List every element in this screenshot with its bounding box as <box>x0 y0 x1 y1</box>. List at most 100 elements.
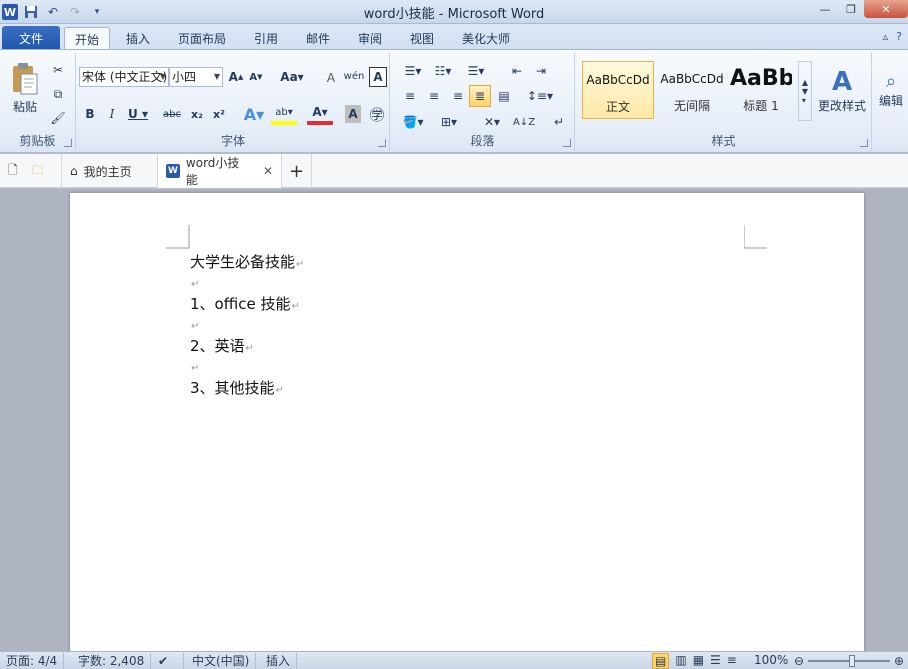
copy-icon[interactable]: ⧉ <box>48 85 68 103</box>
word-doc-icon: W <box>166 164 180 178</box>
bold-icon[interactable]: B <box>81 103 99 125</box>
status-insert-mode[interactable]: 插入 <box>260 653 298 669</box>
text-effects-icon[interactable]: A▾ <box>241 103 267 125</box>
font-name-select[interactable]: 宋体 (中文正文) ▼ <box>79 67 169 87</box>
outline-icon[interactable]: ☰ <box>710 653 721 669</box>
status-word-count[interactable]: 字数: 2,408 <box>72 653 152 669</box>
grow-font-icon[interactable]: A ▲ <box>227 67 245 87</box>
enclose-character-icon[interactable]: ㊫ <box>367 103 387 125</box>
increase-indent-icon[interactable]: ⇥ <box>531 61 551 81</box>
doc-paragraph: ↵ <box>191 321 200 332</box>
styles-launcher-icon[interactable] <box>860 139 868 147</box>
clipboard-launcher-icon[interactable] <box>64 139 72 147</box>
shading-icon[interactable]: 🪣▾ <box>399 111 427 133</box>
margin-corner-top-right <box>744 225 767 249</box>
subscript-icon[interactable]: x₂ <box>187 103 207 125</box>
cut-icon[interactable]: ✂ <box>48 61 68 79</box>
superscript-icon[interactable]: x² <box>209 103 229 125</box>
tab-insert[interactable]: 插入 <box>116 27 160 50</box>
editing-button[interactable]: ⌕ 编辑 <box>875 59 907 121</box>
change-styles-button[interactable]: A 更改样式 <box>814 59 870 121</box>
font-size-select[interactable]: 小四 ▼ <box>169 67 223 87</box>
font-launcher-icon[interactable] <box>378 139 386 147</box>
document-page[interactable]: 大学生必备技能↵ ↵ 1、office 技能↵ ↵ 2、英语↵ ↵ 3、其他技能… <box>70 193 864 663</box>
paragraph-launcher-icon[interactable] <box>563 139 571 147</box>
tab-mailings[interactable]: 邮件 <box>296 27 340 50</box>
zoom-in-icon[interactable]: ⊕ <box>894 654 904 668</box>
maximize-icon[interactable]: ❐ <box>838 0 864 18</box>
status-bar: 页面: 4/4 字数: 2,408 ✔ 中文(中国) 插入 ▤ ▥ ▦ ☰ ≡ … <box>0 651 908 669</box>
style-name: 正文 <box>605 100 630 114</box>
status-language[interactable]: 中文(中国) <box>186 653 257 669</box>
align-center-icon[interactable]: ≡ <box>423 85 445 107</box>
justify-icon[interactable]: ≣ <box>469 85 491 107</box>
borders-icon[interactable]: ⊞▾ <box>435 111 463 133</box>
status-page[interactable]: 页面: 4/4 <box>0 653 65 669</box>
sort-icon[interactable]: A↓Z <box>513 111 535 133</box>
full-screen-reading-icon[interactable]: ▥ <box>675 653 686 669</box>
paste-icon <box>13 62 38 94</box>
draft-icon[interactable]: ≡ <box>727 653 737 669</box>
character-shading-icon[interactable]: A <box>345 105 361 123</box>
close-tab-icon[interactable]: ✕ <box>263 164 273 178</box>
clear-format-icon[interactable]: Ａ <box>321 67 341 87</box>
paste-button[interactable]: 粘贴 <box>6 57 44 119</box>
style-no-spacing[interactable]: AaBbCcDd 无间隔 <box>656 61 728 119</box>
font-color-icon[interactable]: A▾ <box>307 103 333 125</box>
doc-tab-home[interactable]: ⌂ 我的主页 <box>62 154 158 188</box>
italic-icon[interactable]: I <box>103 103 121 125</box>
style-normal[interactable]: AaBbCcDd 正文 <box>582 61 654 119</box>
close-icon[interactable]: ✕ <box>864 0 908 18</box>
tab-view[interactable]: 视图 <box>400 27 444 50</box>
decrease-indent-icon[interactable]: ⇤ <box>507 61 527 81</box>
multilevel-list-icon[interactable]: ☰▾ <box>461 61 491 81</box>
zoom-level[interactable]: 100% <box>754 653 788 667</box>
minimize-icon[interactable]: — <box>812 0 838 18</box>
doc-tab-document[interactable]: W word小技能 ✕ <box>158 154 282 188</box>
align-right-icon[interactable]: ≡ <box>447 85 469 107</box>
tab-home[interactable]: 开始 <box>64 27 111 50</box>
zoom-thumb[interactable] <box>849 655 855 667</box>
numbering-icon[interactable]: ☷▾ <box>429 61 457 81</box>
style-heading-1[interactable]: AaBb 标题 1 <box>730 61 792 119</box>
format-painter-icon[interactable]: 🖌 <box>48 109 68 127</box>
change-styles-label: 更改样式 <box>817 98 866 113</box>
document-tab-bar: 🗋 🗀 ⌂ 我的主页 W word小技能 ✕ + <box>0 154 908 188</box>
print-layout-icon[interactable]: ▤ <box>652 653 670 669</box>
strikethrough-icon[interactable]: abc <box>161 103 183 125</box>
style-name: 无间隔 <box>673 99 710 113</box>
font-group: 宋体 (中文正文) ▼ 小四 ▼ A ▲ A ▼ Aa▾ Ａ wén A B I U ▾… <box>77 53 390 151</box>
web-layout-icon[interactable]: ▦ <box>693 653 704 669</box>
bullets-icon[interactable]: ☰▾ <box>399 61 427 81</box>
line-spacing-icon[interactable]: ↕≡▾ <box>525 85 555 107</box>
show-marks-icon[interactable]: ↵ <box>549 111 569 133</box>
styles-group: AaBbCcDd 正文 AaBbCcDd 无间隔 AaBb 标题 1 ▲ ▼ ▾ A… <box>576 53 872 151</box>
align-left-icon[interactable]: ≡ <box>399 85 421 107</box>
style-name: 标题 1 <box>743 99 779 113</box>
zoom-slider[interactable]: ⊖ ⊕ <box>794 654 904 668</box>
zoom-track <box>808 655 890 667</box>
help-icon[interactable]: ? <box>896 30 902 43</box>
zoom-out-icon[interactable]: ⊖ <box>794 654 804 668</box>
new-doc-icon[interactable]: 🗋 <box>8 161 18 182</box>
change-case-icon[interactable]: Aa▾ <box>279 67 305 87</box>
styles-scroll[interactable]: ▲ ▼ ▾ <box>798 61 812 121</box>
proofing-icon[interactable]: ✔ <box>152 653 184 669</box>
chinese-layout-icon[interactable]: ✕▾ <box>477 111 507 133</box>
phonetic-guide-icon[interactable]: wén <box>343 65 365 87</box>
tab-references[interactable]: 引用 <box>244 27 288 50</box>
window-controls: — ❐ ✕ <box>812 0 908 20</box>
distributed-icon[interactable]: ▤ <box>493 85 515 107</box>
tab-beautify[interactable]: 美化大师 <box>452 27 520 50</box>
character-border-icon[interactable]: A <box>369 67 387 87</box>
minimize-ribbon-icon[interactable]: ▵ <box>883 30 889 43</box>
tab-page-layout[interactable]: 页面布局 <box>168 27 236 50</box>
open-folder-icon[interactable]: 🗀 <box>32 161 44 182</box>
tab-review[interactable]: 审阅 <box>348 27 392 50</box>
doc-paragraph: 3、其他技能↵ <box>190 379 284 397</box>
new-tab-button[interactable]: + <box>282 154 312 188</box>
underline-icon[interactable]: U ▾ <box>125 103 151 125</box>
tab-file[interactable]: 文件 <box>2 26 60 50</box>
shrink-font-icon[interactable]: A ▼ <box>247 67 265 87</box>
highlight-icon[interactable]: ab▾ <box>271 103 297 125</box>
